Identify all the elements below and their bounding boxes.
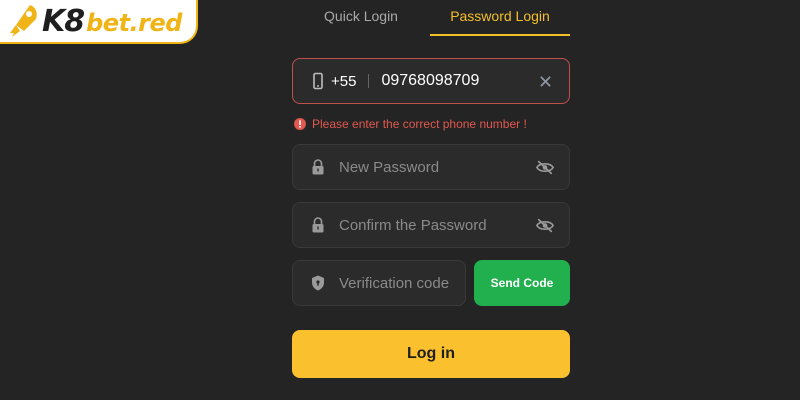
phone-input[interactable]: 09768098709	[381, 72, 533, 90]
alert-icon	[294, 118, 306, 130]
new-password-input[interactable]: New Password	[339, 159, 533, 176]
login-screen: K8 bet.red Quick Login Password Login +5…	[0, 0, 800, 400]
logo-k8-text: K8	[42, 3, 85, 39]
logo-domain-text: bet.red	[86, 9, 182, 37]
lock-icon	[307, 156, 329, 178]
phone-field[interactable]: +55 09768098709	[292, 58, 570, 104]
rocket-icon	[10, 5, 37, 37]
confirm-password-field[interactable]: Confirm the Password	[292, 202, 570, 248]
shield-icon	[307, 272, 329, 294]
brand-logo[interactable]: K8 bet.red	[0, 0, 198, 44]
clear-phone-button[interactable]	[533, 69, 557, 93]
country-code[interactable]: +55	[331, 73, 356, 90]
eye-off-icon	[536, 218, 554, 232]
phone-error-message: Please enter the correct phone number !	[294, 116, 527, 132]
login-button[interactable]: Log in	[292, 330, 570, 378]
phone-error-text: Please enter the correct phone number !	[312, 117, 527, 131]
divider	[368, 74, 370, 88]
verification-code-field[interactable]: Verification code	[292, 260, 466, 306]
tab-quick-login[interactable]: Quick Login	[292, 0, 430, 36]
eye-off-icon	[536, 160, 554, 174]
confirm-password-input[interactable]: Confirm the Password	[339, 217, 533, 234]
login-tabs: Quick Login Password Login	[292, 0, 570, 36]
tab-password-login[interactable]: Password Login	[430, 0, 570, 36]
toggle-confirm-password-visibility[interactable]	[533, 213, 557, 237]
lock-icon	[307, 214, 329, 236]
send-code-button[interactable]: Send Code	[474, 260, 570, 306]
toggle-new-password-visibility[interactable]	[533, 155, 557, 179]
phone-icon	[307, 70, 329, 92]
verification-code-input[interactable]: Verification code	[339, 275, 465, 292]
new-password-field[interactable]: New Password	[292, 144, 570, 190]
close-icon	[539, 75, 551, 87]
